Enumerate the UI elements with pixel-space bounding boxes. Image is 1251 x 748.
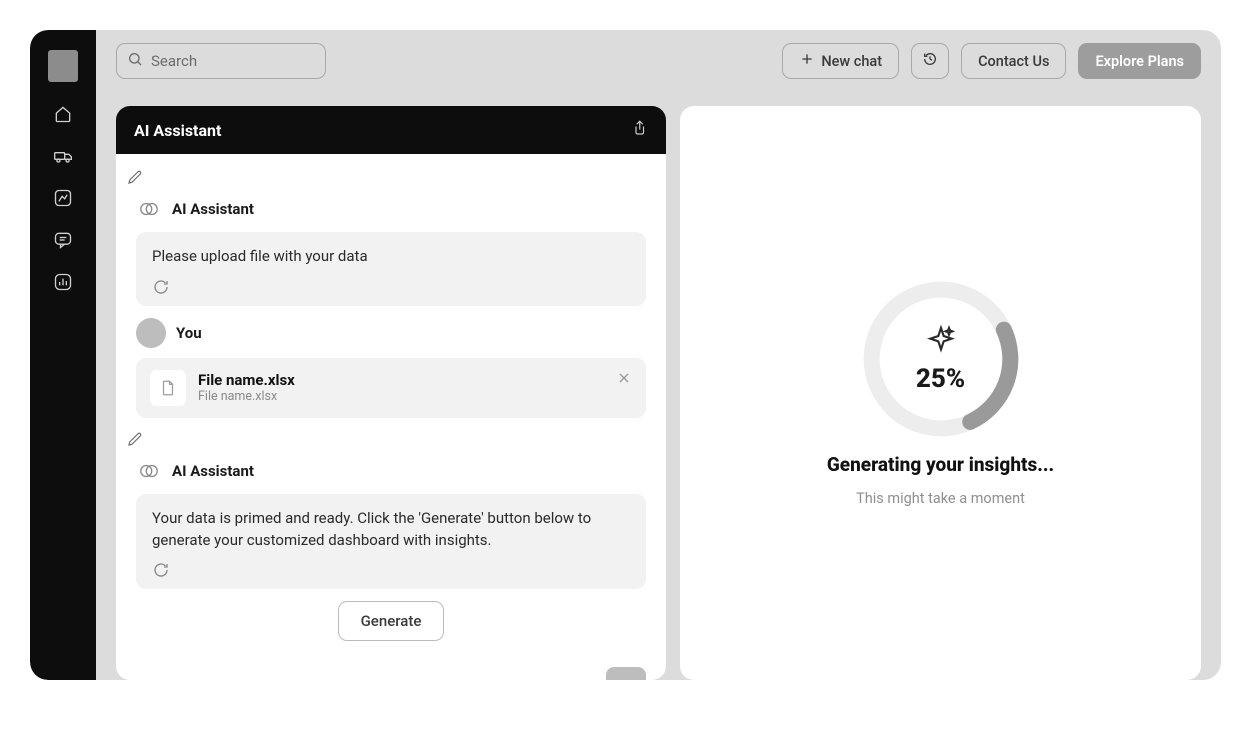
share-icon[interactable]	[630, 119, 648, 141]
app-window: New chat Contact Us Explore Plans	[30, 30, 1221, 680]
file-icon	[150, 370, 186, 406]
composer-send-stub[interactable]	[606, 667, 646, 680]
home-icon[interactable]	[53, 104, 73, 124]
composer-area	[136, 655, 646, 675]
search-input[interactable]	[151, 52, 315, 70]
ai-sender-name: AI Assistant	[172, 200, 254, 218]
edit-icon[interactable]	[126, 430, 144, 448]
ai-message-bubble: Your data is primed and ready. Click the…	[136, 494, 646, 590]
remove-file-icon[interactable]	[616, 370, 634, 388]
file-attachment-card[interactable]: File name.xlsx File name.xlsx	[136, 358, 646, 418]
sender-row-you: You	[136, 318, 646, 348]
new-chat-button[interactable]: New chat	[782, 43, 899, 79]
sparkle-icon	[925, 324, 957, 360]
ai-message-bubble: Please upload file with your data	[136, 232, 646, 306]
insight-panel: 25% Generating your insights... This mig…	[680, 106, 1201, 680]
chat-header: AI Assistant	[116, 106, 666, 154]
explore-plans-label: Explore Plans	[1095, 53, 1184, 70]
sender-row-ai: AI Assistant	[136, 196, 646, 222]
ai-sender-name: AI Assistant	[172, 462, 254, 480]
regenerate-icon[interactable]	[152, 561, 170, 579]
ai-message-text: Please upload file with your data	[152, 246, 630, 268]
progress-percent: 25%	[916, 364, 965, 394]
new-chat-label: New chat	[821, 53, 882, 70]
map-icon[interactable]	[53, 188, 73, 208]
chat-title: AI Assistant	[134, 121, 221, 140]
contact-us-label: Contact Us	[978, 53, 1049, 70]
generate-label: Generate	[361, 612, 422, 630]
generate-button[interactable]: Generate	[338, 601, 445, 641]
user-avatar	[136, 318, 166, 348]
chat-icon[interactable]	[53, 230, 73, 250]
insight-subtitle: This might take a moment	[856, 490, 1025, 507]
file-title: File name.xlsx	[198, 371, 295, 389]
chat-panel: AI Assistant	[116, 106, 666, 680]
ai-avatar-icon	[136, 196, 162, 222]
search-icon	[127, 51, 143, 71]
search-field[interactable]	[116, 43, 326, 79]
analytics-icon[interactable]	[53, 272, 73, 292]
chat-body[interactable]: AI Assistant Please upload file with you…	[116, 154, 666, 680]
truck-icon[interactable]	[53, 146, 73, 166]
regenerate-icon[interactable]	[152, 278, 170, 296]
file-subtitle: File name.xlsx	[198, 389, 295, 404]
topbar: New chat Contact Us Explore Plans	[96, 30, 1221, 92]
sidebar	[30, 30, 96, 680]
progress-ring: 25%	[861, 279, 1021, 439]
history-icon	[922, 51, 938, 71]
edit-icon[interactable]	[126, 168, 144, 186]
content-area: AI Assistant	[96, 92, 1221, 680]
insight-title: Generating your insights...	[827, 453, 1054, 476]
sender-row-ai: AI Assistant	[136, 458, 646, 484]
explore-plans-button[interactable]: Explore Plans	[1078, 43, 1201, 79]
contact-us-button[interactable]: Contact Us	[961, 43, 1066, 79]
ai-avatar-icon	[136, 458, 162, 484]
history-button[interactable]	[911, 43, 949, 79]
you-sender-name: You	[176, 324, 202, 342]
app-logo	[48, 50, 78, 82]
main-area: New chat Contact Us Explore Plans	[96, 30, 1221, 680]
ai-message-text: Your data is primed and ready. Click the…	[152, 508, 630, 552]
plus-icon	[799, 51, 815, 71]
